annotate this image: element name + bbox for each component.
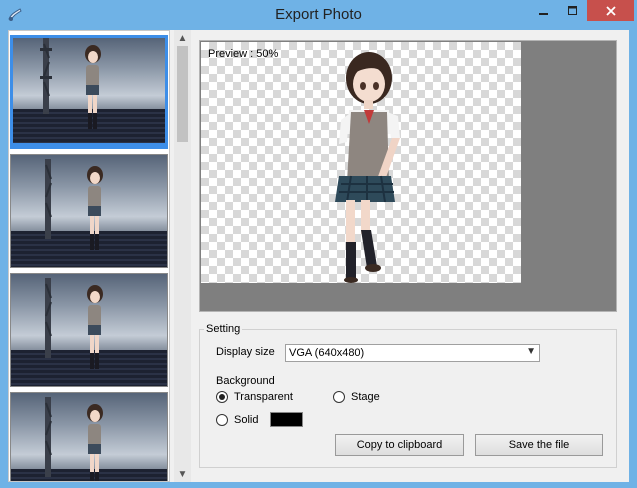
solid-label[interactable]: Solid	[234, 414, 258, 426]
scrollbar-thumb[interactable]	[177, 46, 188, 142]
title-bar[interactable]: Export Photo	[0, 0, 637, 30]
transparent-label[interactable]: Transparent	[234, 391, 293, 403]
stage-label[interactable]: Stage	[351, 391, 380, 403]
scroll-up-arrow-icon[interactable]: ▲	[174, 30, 191, 46]
display-size-label: Display size	[216, 346, 275, 358]
dropdown-arrow-icon[interactable]: ▼	[526, 346, 536, 357]
thumbnail-list[interactable]	[8, 30, 170, 482]
scroll-down-arrow-icon[interactable]: ▼	[174, 466, 191, 482]
thumbnail-item[interactable]	[10, 154, 168, 268]
export-photo-window: Export Photo ▲ ▼ Preview: 50% Setting D…	[0, 0, 637, 488]
thumbnail-item[interactable]	[10, 35, 168, 149]
display-size-value: VGA (640x480)	[289, 347, 365, 359]
thumbnail-figure	[45, 159, 103, 250]
close-icon[interactable]	[587, 0, 634, 21]
client-area: ▲ ▼ Preview: 50% Setting Display size V…	[8, 30, 629, 482]
copy-to-clipboard-button[interactable]: Copy to clipboard	[335, 434, 464, 456]
preview-area: Preview : 50%	[199, 40, 617, 312]
solid-color-swatch[interactable]	[270, 412, 303, 427]
thumbnail-item[interactable]	[10, 392, 168, 481]
stage-radio[interactable]	[333, 391, 345, 403]
minimize-icon[interactable]	[530, 0, 558, 21]
thumbnail-scrollbar[interactable]: ▲ ▼	[174, 30, 191, 482]
thumbnail-figure	[45, 397, 103, 481]
thumbnail-figure	[45, 278, 103, 369]
thumbnail-figure	[40, 38, 101, 129]
background-label: Background	[216, 375, 275, 387]
solid-radio[interactable]	[216, 414, 228, 426]
preview-canvas: Preview : 50%	[201, 42, 521, 283]
maximize-icon[interactable]	[560, 0, 586, 21]
save-file-button[interactable]: Save the file	[475, 434, 603, 456]
preview-zoom-label: Preview : 50%	[208, 48, 279, 60]
thumbnail-item[interactable]	[10, 273, 168, 387]
settings-group: Setting Display size VGA (640x480) ▼ Bac…	[199, 323, 617, 468]
preview-character-figure	[335, 52, 400, 283]
transparent-radio[interactable]	[216, 391, 228, 403]
settings-legend: Setting	[204, 323, 243, 335]
display-size-select[interactable]: VGA (640x480) ▼	[285, 344, 540, 362]
